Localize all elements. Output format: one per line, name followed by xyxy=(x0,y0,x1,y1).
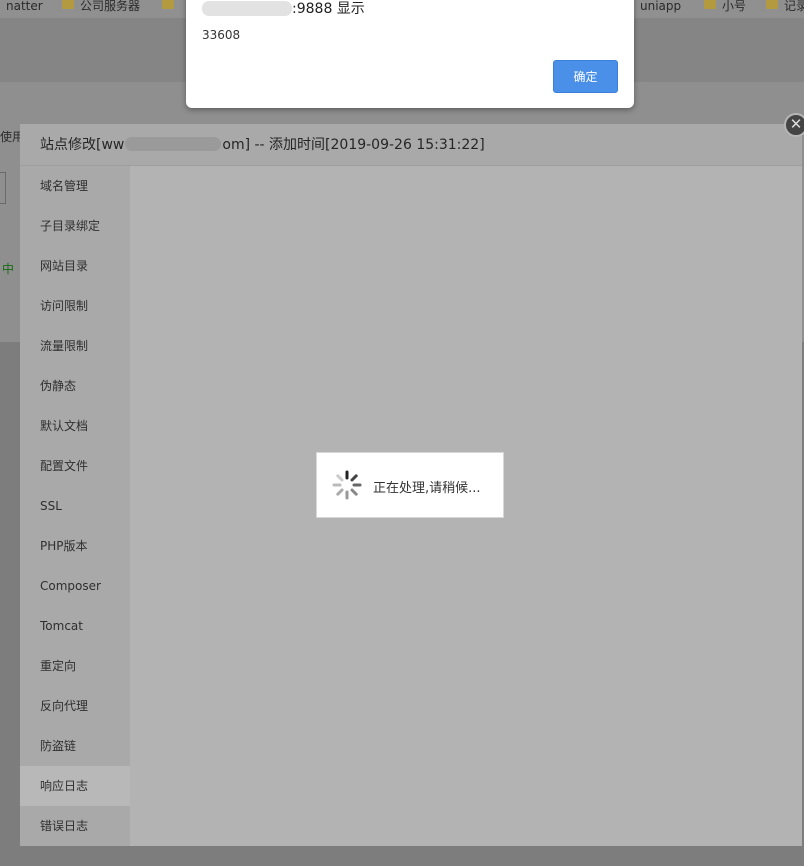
menu-item-php-version[interactable]: PHP版本 xyxy=(20,526,130,566)
bookmark-label: 小号 xyxy=(722,0,747,13)
bookmark-item[interactable]: 小号 xyxy=(704,0,746,18)
redacted-host xyxy=(202,1,292,16)
modal-title-suffix: om] -- 添加时间[2019-09-26 15:31:22] xyxy=(222,137,485,153)
alert-title: :9888 显示 xyxy=(202,0,365,18)
bookmark-item[interactable] xyxy=(162,0,180,18)
menu-item-reverse-proxy[interactable]: 反向代理 xyxy=(20,686,130,726)
bookmark-label: 记录 xyxy=(784,0,804,13)
alert-message: 33608 xyxy=(202,28,241,42)
bookmark-item[interactable]: 公司服务器 xyxy=(62,0,140,18)
close-icon[interactable]: ✕ xyxy=(784,113,804,137)
redacted-domain xyxy=(125,137,222,151)
menu-item-hotlink[interactable]: 防盗链 xyxy=(20,726,130,766)
menu-item-traffic-limit[interactable]: 流量限制 xyxy=(20,326,130,366)
menu-item-rewrite[interactable]: 伪静态 xyxy=(20,366,130,406)
loading-spinner-icon xyxy=(332,470,362,500)
menu-item-redirect[interactable]: 重定向 xyxy=(20,646,130,686)
menu-item-config-file[interactable]: 配置文件 xyxy=(20,446,130,486)
loading-box: 正在处理,请稍候... xyxy=(316,452,504,518)
modal-menu: 域名管理 子目录绑定 网站目录 访问限制 流量限制 伪静态 默认文档 配置文件 … xyxy=(20,166,130,846)
menu-item-site-dir[interactable]: 网站目录 xyxy=(20,246,130,286)
folder-icon xyxy=(704,0,716,9)
bookmark-label: 公司服务器 xyxy=(80,0,141,13)
bookmark-item[interactable]: natter xyxy=(6,0,43,18)
bookmark-item[interactable]: 记录 xyxy=(766,0,804,18)
bookmark-item[interactable]: uniapp xyxy=(640,0,681,18)
menu-item-ssl[interactable]: SSL xyxy=(20,486,130,526)
bookmark-label: uniapp xyxy=(640,0,682,13)
background-status: 中 xyxy=(2,262,15,276)
bookmark-label: natter xyxy=(6,0,43,13)
menu-item-error-log[interactable]: 错误日志 xyxy=(20,806,130,846)
menu-item-default-doc[interactable]: 默认文档 xyxy=(20,406,130,446)
background-box xyxy=(0,172,6,204)
folder-icon xyxy=(766,0,778,9)
menu-item-composer[interactable]: Composer xyxy=(20,566,130,606)
menu-item-access-log[interactable]: 响应日志 xyxy=(20,766,130,806)
browser-alert-dialog: :9888 显示 33608 确定 xyxy=(186,0,634,108)
modal-title-prefix: 站点修改[ww xyxy=(40,137,125,153)
modal-title: 站点修改[ww om] -- 添加时间[2019-09-26 15:31:22] xyxy=(20,124,802,166)
alert-title-text: :9888 显示 xyxy=(292,1,365,17)
menu-item-access-limit[interactable]: 访问限制 xyxy=(20,286,130,326)
folder-icon xyxy=(162,0,174,9)
folder-icon xyxy=(62,0,74,9)
ok-button[interactable]: 确定 xyxy=(553,60,618,93)
menu-item-domain[interactable]: 域名管理 xyxy=(20,166,130,206)
menu-item-tomcat[interactable]: Tomcat xyxy=(20,606,130,646)
loading-text: 正在处理,请稍候... xyxy=(373,481,481,496)
menu-item-subdir[interactable]: 子目录绑定 xyxy=(20,206,130,246)
